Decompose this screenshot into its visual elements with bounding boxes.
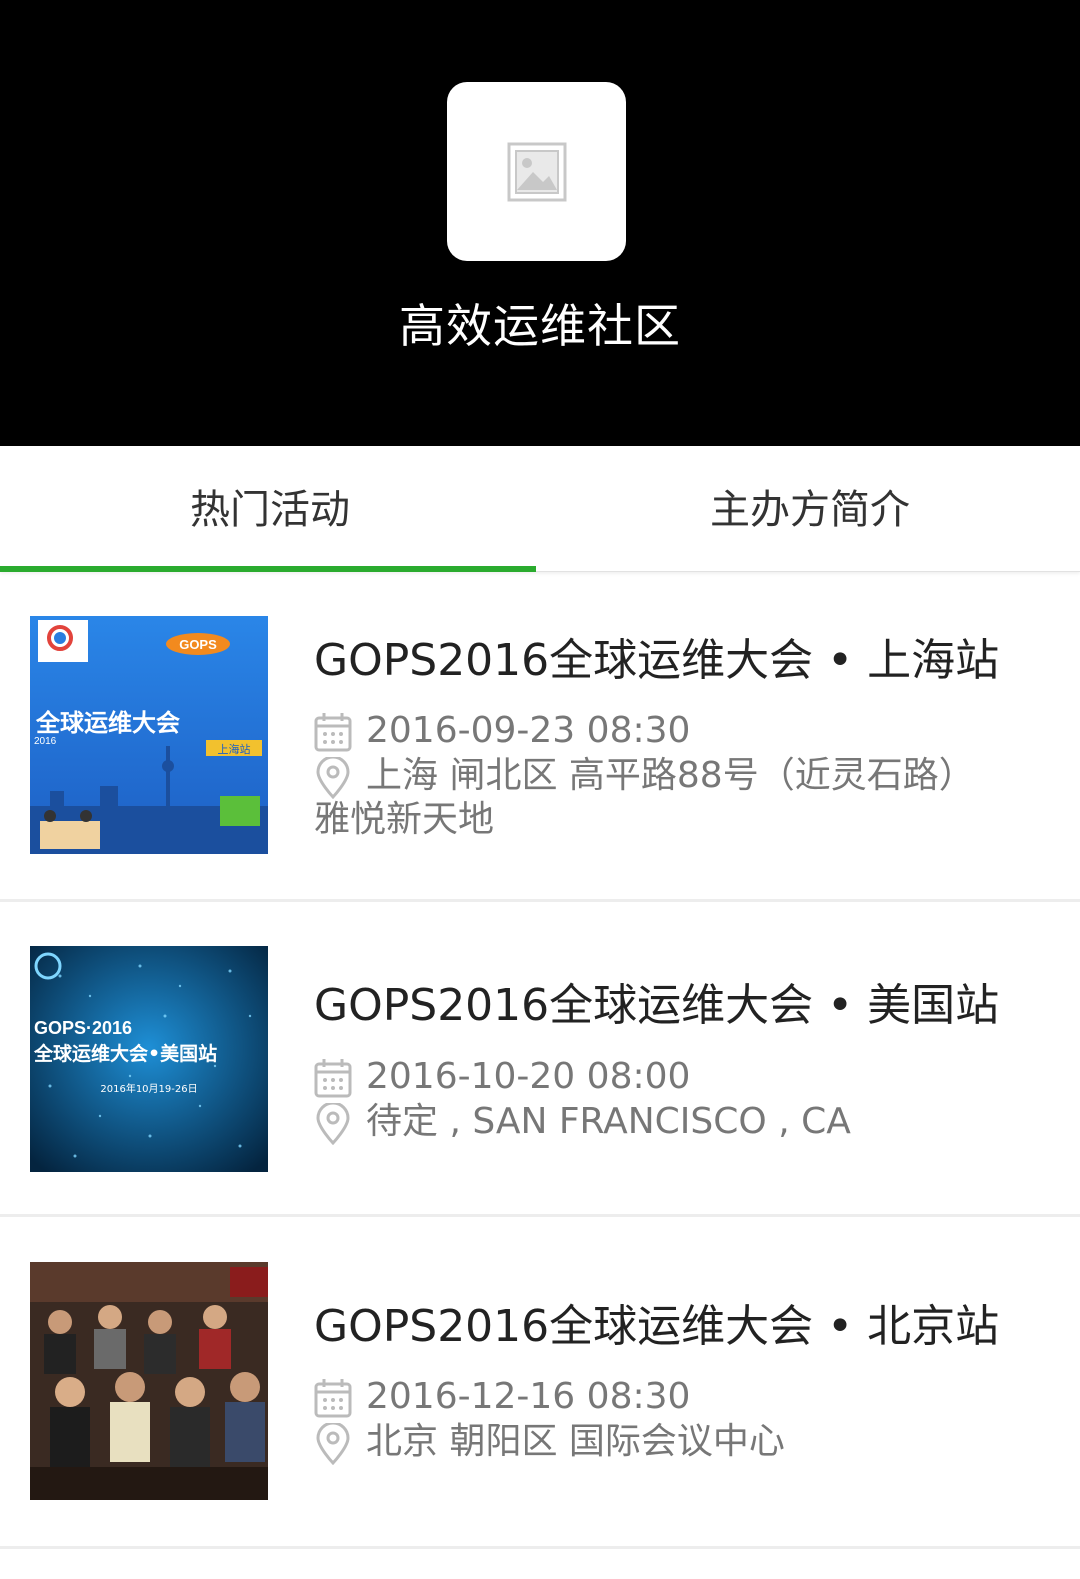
event-thumbnail [30,1262,268,1500]
event-address-line2: 雅悦新天地 [314,799,495,840]
svg-text:上海站: 上海站 [218,742,251,756]
community-logo[interactable] [447,82,626,261]
event-item-beijing[interactable]: GOPS2016全球运维大会 • 北京站 2016-12-16 08:30 北京… [0,1217,1080,1549]
location-pin-icon [316,757,350,799]
event-title: GOPS2016全球运维大会 • 美国站 [314,980,1000,1031]
event-thumbnail: GOPS 全球运维大会 2016 上海站 [30,616,268,854]
tab-hot-events[interactable]: 热门活动 [0,446,540,566]
event-datetime: 2016-12-16 08:30 [366,1376,691,1417]
svg-text:全球运维大会•美国站: 全球运维大会•美国站 [33,1042,217,1065]
community-header: 高效运维社区 [0,0,1080,446]
event-address: 待定 , SAN FRANCISCO , CA [366,1101,851,1142]
tab-bar: 热门活动 主办方简介 [0,446,1080,572]
calendar-icon [314,713,352,752]
location-pin-icon [316,1103,350,1145]
image-placeholder-icon [507,142,566,201]
event-datetime: 2016-10-20 08:00 [366,1056,691,1097]
event-address: 北京 朝阳区 国际会议中心 [366,1421,785,1462]
svg-text:2016年10月19-26日: 2016年10月19-26日 [100,1082,197,1095]
event-item-shanghai[interactable]: GOPS 全球运维大会 2016 上海站 GOPS2016全球运维大会 • 上海… [0,572,1080,902]
event-item-usa[interactable]: GOPS·2016 全球运维大会•美国站 2016年10月19-26日 GOPS… [0,902,1080,1217]
svg-text:2016: 2016 [34,736,57,747]
location-pin-icon [316,1423,350,1465]
event-datetime: 2016-09-23 08:30 [366,710,691,751]
svg-text:GOPS: GOPS [179,637,217,652]
community-name: 高效运维社区 [399,299,681,353]
svg-text:全球运维大会: 全球运维大会 [35,709,180,737]
calendar-icon [314,1379,352,1418]
event-address: 上海 闸北区 高平路88号（近灵石路） [366,755,975,796]
tab-organizer-intro[interactable]: 主办方简介 [540,446,1080,566]
calendar-icon [314,1059,352,1098]
event-thumbnail: GOPS·2016 全球运维大会•美国站 2016年10月19-26日 [30,946,268,1172]
event-title: GOPS2016全球运维大会 • 上海站 [314,635,1000,686]
event-title: GOPS2016全球运维大会 • 北京站 [314,1301,1000,1352]
svg-text:GOPS·2016: GOPS·2016 [34,1018,132,1038]
